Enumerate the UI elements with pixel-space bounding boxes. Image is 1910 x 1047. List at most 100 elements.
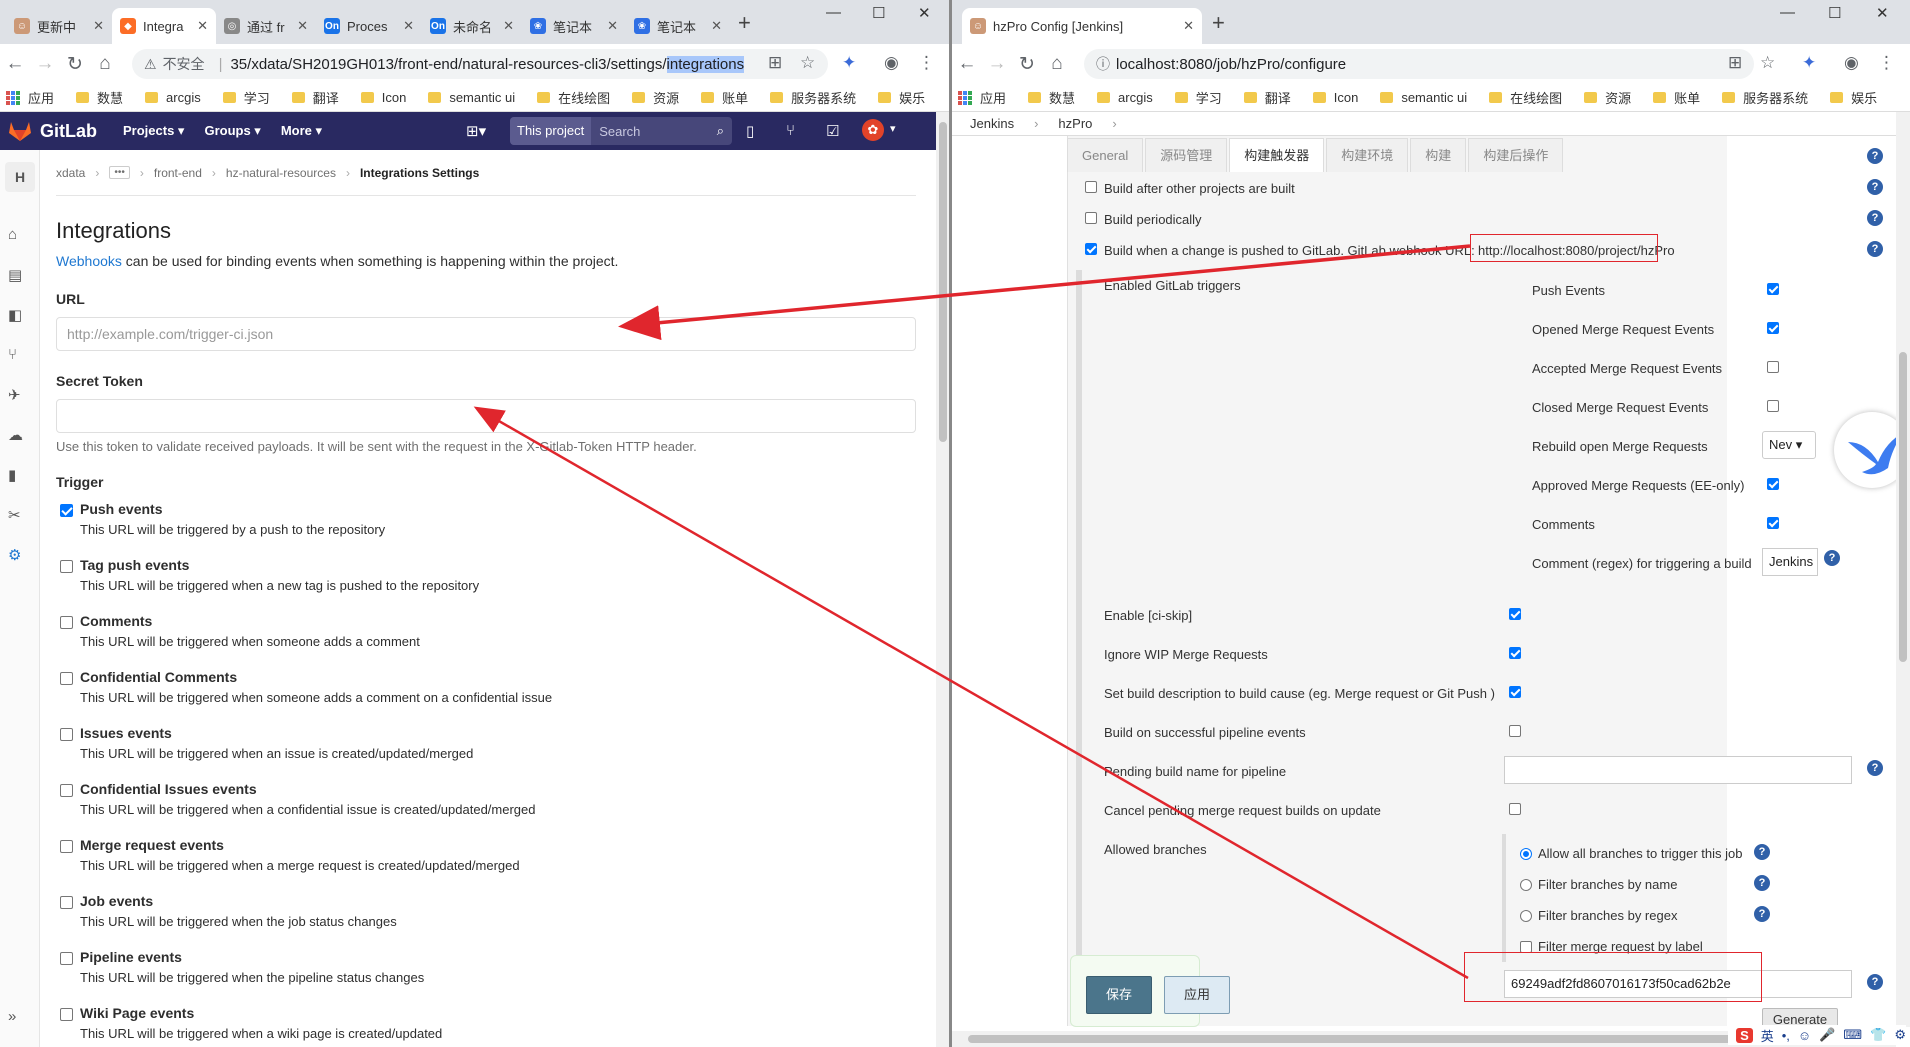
settings-icon[interactable]: ⚙ — [8, 546, 21, 564]
repository-icon[interactable]: ▤ — [8, 266, 22, 284]
project-home-icon[interactable]: ⌂ — [8, 226, 17, 243]
bookmark-folder[interactable]: Icon — [1312, 90, 1358, 105]
profile-icon[interactable]: ◉ — [884, 53, 899, 73]
browser-tab-active[interactable]: ◆ Integra ✕ — [112, 8, 216, 44]
ellipsis-icon[interactable]: ••• — [109, 166, 130, 179]
browser-tab-active[interactable]: ☺ hzPro Config [Jenkins] ✕ — [962, 8, 1202, 44]
address-bar[interactable]: ⚠ 不安全 | 35/xdata/SH2019GH013/front-end/n… — [132, 49, 828, 79]
bookmark-folder[interactable]: arcgis — [145, 90, 201, 105]
help-icon[interactable]: ? — [1867, 210, 1883, 226]
bookmark-folder[interactable]: 娱乐 — [1830, 88, 1877, 107]
nav-groups[interactable]: Groups ▾ — [204, 123, 260, 139]
forward-icon[interactable]: → — [30, 53, 60, 75]
bookmark-folder[interactable]: arcgis — [1097, 90, 1153, 105]
sidebar-toggle-icon[interactable]: ▯ — [746, 122, 754, 140]
minimize-icon[interactable]: — — [1780, 4, 1795, 21]
close-icon[interactable]: ✕ — [1183, 18, 1194, 34]
page-scrollbar[interactable] — [936, 112, 950, 1047]
reload-icon[interactable]: ↻ — [1012, 53, 1042, 76]
tab-build-triggers[interactable]: 构建触发器 — [1229, 138, 1325, 172]
webhooks-link[interactable]: Webhooks — [56, 253, 122, 269]
operations-icon[interactable]: ☁ — [8, 426, 23, 444]
browser-tab[interactable]: On Proces ✕ — [316, 8, 422, 44]
bookmark-folder[interactable]: 翻译 — [291, 88, 339, 107]
bookmark-folder[interactable]: semantic ui — [428, 90, 515, 105]
build-after-checkbox[interactable] — [1085, 181, 1097, 193]
trigger-checkbox[interactable] — [60, 672, 73, 685]
close-icon[interactable]: ✕ — [711, 18, 722, 34]
snippets-icon[interactable]: ✂ — [8, 506, 21, 524]
cancel-pending-checkbox[interactable] — [1509, 803, 1521, 815]
trigger-checkbox[interactable] — [60, 1008, 73, 1021]
trigger-accepted-mr-checkbox[interactable] — [1767, 361, 1779, 373]
new-tab-icon[interactable]: + — [1212, 10, 1225, 36]
trigger-comments-checkbox[interactable] — [1767, 517, 1779, 529]
star-icon[interactable]: ☆ — [800, 53, 815, 73]
bookmark-folder[interactable]: 资源 — [1584, 88, 1631, 107]
filter-by-name-radio[interactable] — [1520, 879, 1532, 891]
h-scroll-thumb[interactable] — [968, 1035, 1848, 1043]
browser-tab[interactable]: ◎ 通过 fr ✕ — [216, 8, 316, 44]
help-icon[interactable]: ? — [1867, 179, 1883, 195]
scroll-thumb[interactable] — [1899, 352, 1907, 662]
allow-all-branches-radio[interactable] — [1520, 848, 1532, 860]
close-icon[interactable]: ✕ — [403, 18, 414, 34]
nav-more[interactable]: More ▾ — [281, 123, 322, 139]
back-icon[interactable]: ← — [952, 53, 982, 75]
breadcrumb-front-end[interactable]: front-end — [154, 166, 202, 180]
tab-build[interactable]: 构建 — [1410, 138, 1467, 172]
menu-icon[interactable]: ⋮ — [1878, 53, 1895, 73]
todo-icon[interactable]: ☑ — [826, 122, 839, 140]
issues-icon[interactable]: ◧ — [8, 306, 22, 324]
project-avatar[interactable]: H — [5, 162, 35, 192]
help-icon[interactable]: ? — [1867, 974, 1883, 990]
home-icon[interactable]: ⌂ — [1042, 53, 1072, 75]
save-button[interactable]: 保存 — [1086, 976, 1152, 1014]
forward-icon[interactable]: → — [982, 53, 1012, 75]
back-icon[interactable]: ← — [0, 53, 30, 75]
bookmark-folder[interactable]: 娱乐 — [878, 88, 925, 107]
scroll-thumb[interactable] — [939, 122, 947, 442]
apply-button[interactable]: 应用 — [1164, 976, 1230, 1014]
bookmark-folder[interactable]: 服务器系统 — [770, 88, 856, 107]
filter-by-regex-radio[interactable] — [1520, 910, 1532, 922]
extension-icon[interactable]: ✦ — [1802, 53, 1816, 73]
profile-icon[interactable]: ◉ — [1844, 53, 1859, 73]
merge-requests-icon[interactable]: ⑂ — [8, 346, 17, 363]
enable-ci-skip-checkbox[interactable] — [1509, 608, 1521, 620]
tab-build-env[interactable]: 构建环境 — [1326, 138, 1409, 172]
ime-skin[interactable]: 👕 — [1870, 1027, 1886, 1043]
trigger-checkbox[interactable] — [60, 560, 73, 573]
breadcrumb-xdata[interactable]: xdata — [56, 166, 85, 180]
trigger-opened-mr-checkbox[interactable] — [1767, 322, 1779, 334]
trigger-checkbox[interactable] — [60, 840, 73, 853]
breadcrumb-current[interactable]: Integrations Settings — [360, 166, 479, 180]
bookmark-folder[interactable]: 资源 — [632, 88, 679, 107]
trigger-closed-mr-checkbox[interactable] — [1767, 400, 1779, 412]
tab-post-build[interactable]: 构建后操作 — [1468, 138, 1564, 172]
translate-icon[interactable]: ⊞ — [768, 53, 782, 73]
window-close-icon[interactable]: ✕ — [1876, 4, 1889, 22]
bookmark-folder[interactable]: 服务器系统 — [1722, 88, 1808, 107]
bookmark-folder[interactable]: 在线绘图 — [537, 88, 610, 107]
wiki-icon[interactable]: ▮ — [8, 466, 16, 484]
help-icon[interactable]: ? — [1867, 760, 1883, 776]
comment-regex-input[interactable]: Jenkins — [1762, 548, 1818, 576]
help-icon[interactable]: ? — [1754, 844, 1770, 860]
bookmark-folder[interactable]: 数慧 — [76, 88, 123, 107]
star-icon[interactable]: ☆ — [1760, 53, 1775, 73]
rebuild-open-mr-select[interactable]: Nev ▾ — [1762, 431, 1816, 459]
browser-tab[interactable]: ❀ 笔记本 ✕ — [522, 8, 626, 44]
build-periodically-checkbox[interactable] — [1085, 212, 1097, 224]
ime-punct[interactable]: •, — [1782, 1028, 1790, 1043]
window-close-icon[interactable]: ✕ — [918, 4, 931, 22]
browser-tab[interactable]: ☺ 更新中 ✕ — [6, 8, 112, 44]
help-icon[interactable]: ? — [1867, 241, 1883, 257]
bookmark-folder[interactable]: 在线绘图 — [1489, 88, 1562, 107]
trigger-checkbox[interactable] — [60, 728, 73, 741]
gitlab-logo[interactable]: GitLab — [8, 120, 97, 142]
close-icon[interactable]: ✕ — [297, 18, 308, 34]
breadcrumb-jenkins[interactable]: Jenkins — [970, 116, 1014, 131]
close-icon[interactable]: ✕ — [607, 18, 618, 34]
ime-settings[interactable]: ⚙ — [1894, 1027, 1906, 1043]
